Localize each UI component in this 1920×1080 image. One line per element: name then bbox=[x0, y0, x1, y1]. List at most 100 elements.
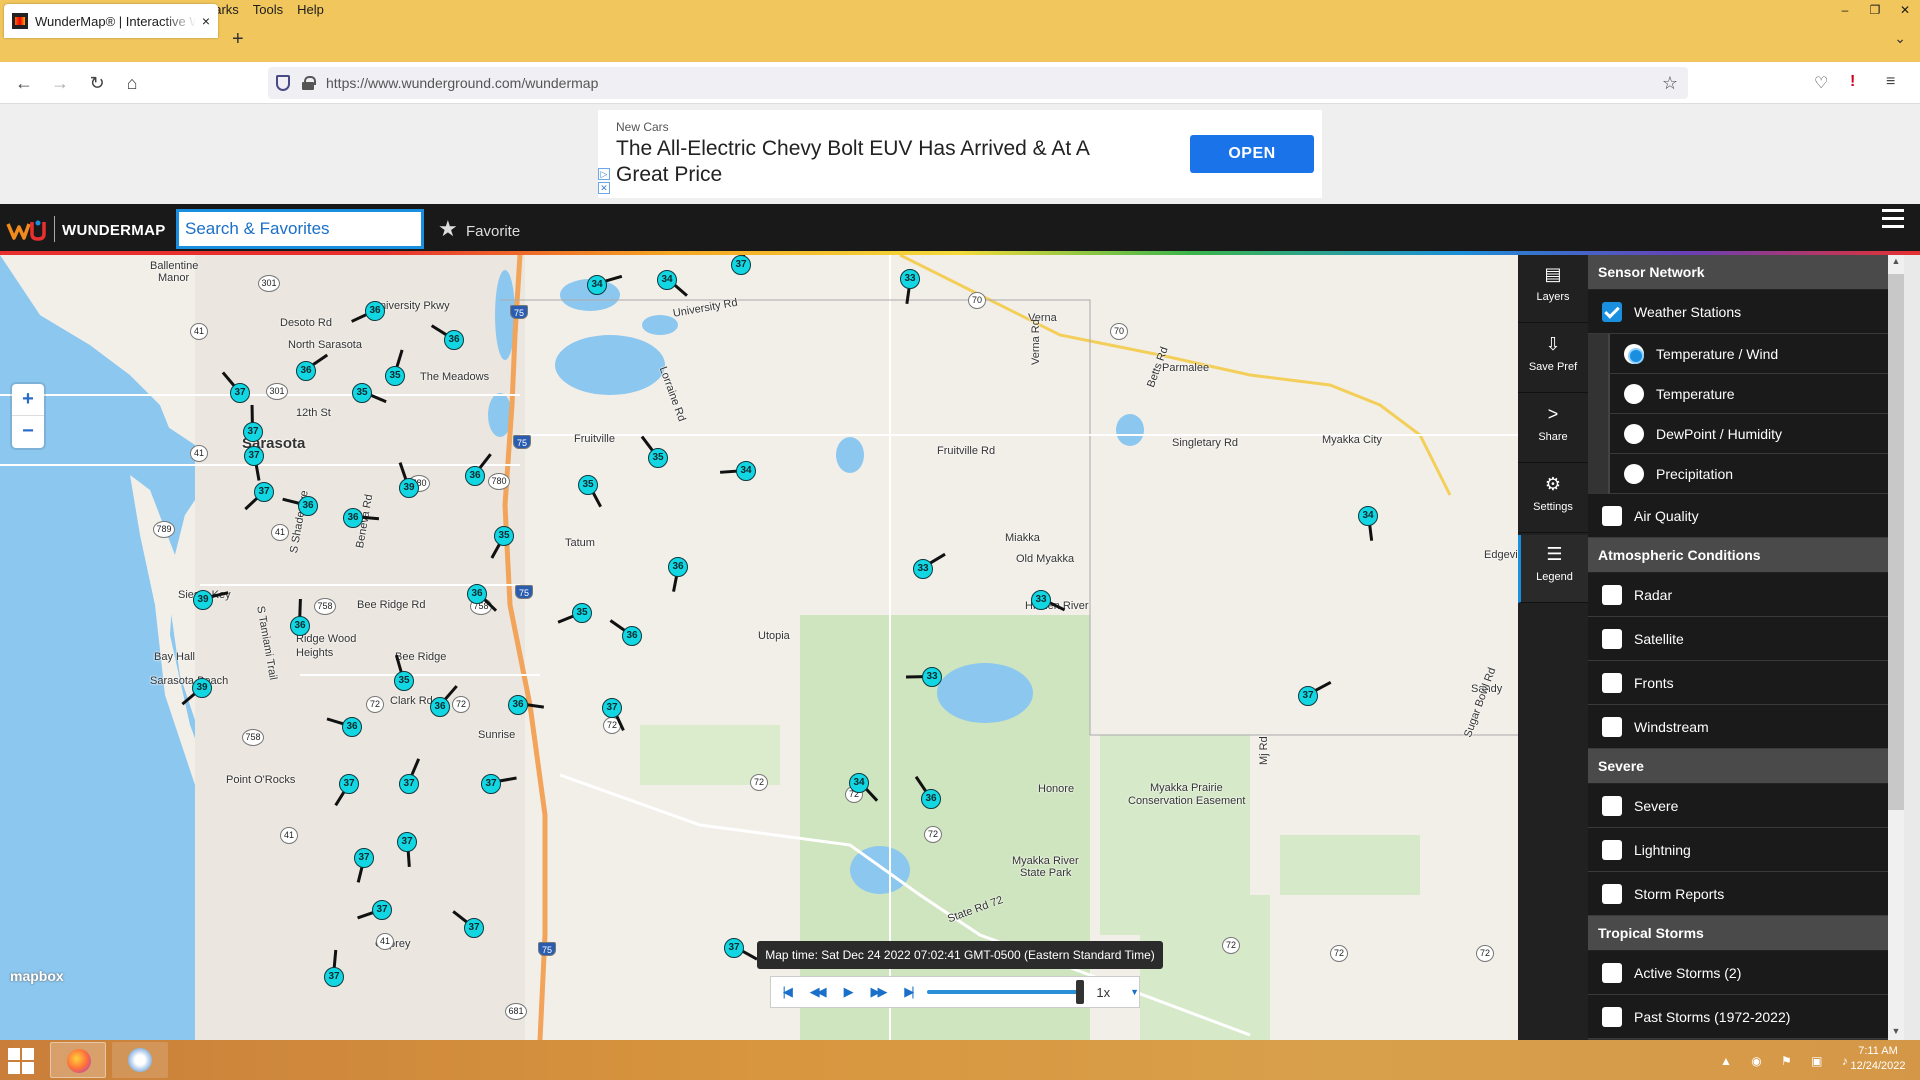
station-marker[interactable]: 36 bbox=[365, 301, 385, 321]
step-back-icon[interactable]: ◀◀ bbox=[801, 984, 831, 1000]
air-quality-toggle[interactable]: Air Quality bbox=[1588, 494, 1888, 538]
station-marker[interactable]: 35 bbox=[394, 671, 414, 691]
layers-button[interactable]: ▤ Layers bbox=[1518, 255, 1588, 323]
forward-icon[interactable]: → bbox=[49, 73, 71, 94]
ad-open-button[interactable]: OPEN bbox=[1190, 135, 1314, 173]
minimize-icon[interactable]: – bbox=[1830, 3, 1860, 17]
menu-help[interactable]: Help bbox=[290, 0, 331, 20]
station-marker[interactable]: 35 bbox=[494, 526, 514, 546]
station-marker[interactable]: 37 bbox=[243, 422, 263, 442]
checkbox[interactable] bbox=[1602, 672, 1622, 693]
temp-wind-option[interactable]: Temperature / Wind bbox=[1608, 334, 1888, 374]
windstream-toggle[interactable]: Windstream bbox=[1588, 705, 1888, 749]
hamburger-menu-icon[interactable] bbox=[1882, 209, 1904, 229]
favorite-star-icon[interactable]: ★ bbox=[438, 216, 458, 242]
station-marker[interactable]: 35 bbox=[648, 448, 668, 468]
tab-close-icon[interactable]: × bbox=[202, 13, 210, 29]
station-marker[interactable]: 37 bbox=[230, 383, 250, 403]
search-input[interactable] bbox=[176, 209, 424, 249]
ad-banner[interactable]: New Cars The All-Electric Chevy Bolt EUV… bbox=[598, 110, 1322, 198]
radio[interactable] bbox=[1624, 463, 1644, 484]
system-tray[interactable]: ▲ ◉ ⚑ ▣ ♪ bbox=[1720, 1054, 1856, 1068]
station-marker[interactable]: 35 bbox=[572, 603, 592, 623]
radar-toggle[interactable]: Radar bbox=[1588, 573, 1888, 617]
save-pref-button[interactable]: ⇩ Save Pref bbox=[1518, 325, 1588, 393]
station-marker[interactable]: 36 bbox=[342, 717, 362, 737]
station-marker[interactable]: 37 bbox=[464, 918, 484, 938]
settings-button[interactable]: ⚙ Settings bbox=[1518, 465, 1588, 533]
url-bar[interactable]: https://www.wunderground.com/wundermap ☆ bbox=[268, 67, 1688, 99]
station-marker[interactable]: 37 bbox=[244, 446, 264, 466]
station-marker[interactable]: 37 bbox=[481, 774, 501, 794]
station-marker[interactable]: 36 bbox=[444, 330, 464, 350]
legend-button[interactable]: ☰ Legend bbox=[1518, 535, 1588, 603]
station-marker[interactable]: 35 bbox=[385, 366, 405, 386]
station-marker[interactable]: 36 bbox=[668, 557, 688, 577]
station-marker[interactable]: 36 bbox=[296, 361, 316, 381]
ad-headline[interactable]: The All-Electric Chevy Bolt EUV Has Arri… bbox=[616, 136, 1136, 188]
past-storms-toggle[interactable]: Past Storms (1972-2022) bbox=[1588, 995, 1888, 1039]
station-marker[interactable]: 36 bbox=[508, 695, 528, 715]
radio[interactable] bbox=[1624, 383, 1644, 404]
temperature-option[interactable]: Temperature bbox=[1608, 374, 1888, 414]
scroll-down-icon[interactable]: ▼ bbox=[1888, 1026, 1904, 1036]
station-marker[interactable]: 34 bbox=[1358, 506, 1378, 526]
checkbox[interactable] bbox=[1602, 584, 1622, 605]
share-button[interactable]: > Share bbox=[1518, 395, 1588, 463]
station-marker[interactable]: 37 bbox=[324, 967, 344, 987]
taskbar-paint[interactable] bbox=[112, 1042, 168, 1078]
restore-icon[interactable]: ❐ bbox=[1860, 3, 1890, 17]
station-marker[interactable]: 36 bbox=[467, 584, 487, 604]
station-marker[interactable]: 37 bbox=[372, 900, 392, 920]
radio[interactable] bbox=[1624, 423, 1644, 444]
wu-logo-icon[interactable] bbox=[6, 218, 50, 242]
precipitation-option[interactable]: Precipitation bbox=[1608, 454, 1888, 494]
station-marker[interactable]: 39 bbox=[399, 478, 419, 498]
station-marker[interactable]: 37 bbox=[254, 482, 274, 502]
new-tab-icon[interactable]: + bbox=[232, 28, 244, 51]
station-marker[interactable]: 36 bbox=[290, 616, 310, 636]
station-marker[interactable]: 33 bbox=[922, 667, 942, 687]
home-icon[interactable]: ⌂ bbox=[121, 73, 143, 94]
station-marker[interactable]: 36 bbox=[921, 789, 941, 809]
weather-stations-toggle[interactable]: Weather Stations bbox=[1588, 290, 1888, 334]
mapbox-logo[interactable]: mapbox bbox=[10, 968, 64, 984]
station-marker[interactable]: 34 bbox=[849, 773, 869, 793]
extension-icon[interactable]: ! bbox=[1850, 73, 1855, 91]
lock-icon[interactable] bbox=[302, 76, 316, 90]
station-marker[interactable]: 33 bbox=[913, 559, 933, 579]
station-marker[interactable]: 33 bbox=[900, 269, 920, 289]
station-marker[interactable]: 33 bbox=[1031, 590, 1051, 610]
storm-reports-toggle[interactable]: Storm Reports bbox=[1588, 872, 1888, 916]
station-marker[interactable]: 37 bbox=[354, 848, 374, 868]
checkbox[interactable] bbox=[1602, 839, 1622, 860]
pocket-icon[interactable]: ♡ bbox=[1814, 73, 1828, 93]
ad-choices-icon[interactable]: ▷ ✕ bbox=[598, 168, 612, 198]
station-marker[interactable]: 37 bbox=[339, 774, 359, 794]
time-slider[interactable] bbox=[927, 980, 1085, 1004]
checkbox[interactable] bbox=[1602, 795, 1622, 816]
severe-toggle[interactable]: Severe bbox=[1588, 784, 1888, 828]
station-marker[interactable]: 36 bbox=[430, 697, 450, 717]
favorite-label[interactable]: Favorite bbox=[466, 223, 520, 240]
lightning-toggle[interactable]: Lightning bbox=[1588, 828, 1888, 872]
menu-tools[interactable]: Tools bbox=[246, 0, 290, 20]
map-canvas[interactable]: Ballentine Manor Desoto Rd North Sarasota Un… bbox=[0, 255, 1518, 1040]
station-marker[interactable]: 36 bbox=[343, 508, 363, 528]
back-icon[interactable]: ← bbox=[13, 73, 35, 94]
chevron-down-icon[interactable]: ▼ bbox=[1130, 987, 1139, 997]
scroll-up-icon[interactable]: ▲ bbox=[1888, 256, 1904, 266]
checkbox[interactable] bbox=[1602, 505, 1622, 526]
checkbox-checked[interactable] bbox=[1602, 301, 1622, 322]
checkbox[interactable] bbox=[1602, 1006, 1622, 1027]
station-marker[interactable]: 39 bbox=[193, 590, 213, 610]
windows-start-icon[interactable] bbox=[8, 1048, 34, 1074]
skip-end-icon[interactable]: ▶| bbox=[893, 984, 923, 1000]
fronts-toggle[interactable]: Fronts bbox=[1588, 661, 1888, 705]
wundermap-brand[interactable]: WUNDERMAP bbox=[62, 222, 166, 239]
play-icon[interactable]: ▶ bbox=[832, 984, 862, 1000]
browser-tab[interactable]: WunderMap® | Interactive Wea × bbox=[4, 4, 218, 38]
station-marker[interactable]: 36 bbox=[465, 466, 485, 486]
station-marker[interactable]: 34 bbox=[587, 275, 607, 295]
station-marker[interactable]: 36 bbox=[298, 496, 318, 516]
